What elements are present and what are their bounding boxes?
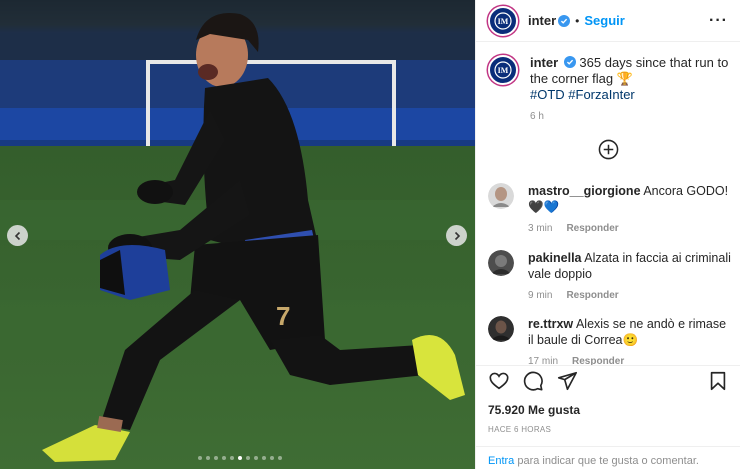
carousel-dot (238, 456, 242, 460)
more-options-icon[interactable]: ··· (709, 12, 728, 30)
reply-button[interactable]: Responder (566, 221, 618, 237)
carousel-dot (270, 456, 274, 460)
likes-count[interactable]: 75.920 Me gusta (488, 403, 580, 417)
caption-text: 365 days since that run to the corner fl… (530, 55, 729, 86)
comment-time: 9 min (528, 290, 553, 301)
post-media: 7 (0, 0, 475, 469)
follow-button[interactable]: Seguir (584, 13, 624, 28)
comment-icon[interactable] (522, 370, 544, 392)
post-side-panel: IM inter • Seguir ··· IM inter 365 days … (475, 0, 740, 469)
carousel-next-button[interactable] (446, 225, 467, 246)
carousel-indicator (198, 456, 282, 460)
carousel-dot (222, 456, 226, 460)
post-photo: 7 (0, 0, 475, 469)
caption-hashtags[interactable]: #OTD #ForzaInter (530, 87, 635, 102)
author-username[interactable]: inter (528, 13, 556, 28)
comment-item: mastro__giorgione Ancora GODO! 🖤💙 3 min … (488, 183, 733, 237)
inter-logo-icon: IM (494, 61, 512, 79)
bookmark-icon[interactable] (707, 370, 729, 392)
separator-dot: • (575, 13, 580, 28)
comment-username[interactable]: mastro__giorgione (528, 184, 641, 198)
login-prompt: Entra para indicar que te gusta o coment… (476, 446, 740, 469)
verified-badge-icon (558, 14, 571, 27)
svg-text:IM: IM (498, 66, 509, 75)
svg-text:IM: IM (498, 17, 509, 26)
carousel-prev-button[interactable] (7, 225, 28, 246)
commenter-avatar[interactable] (488, 250, 514, 276)
commenter-avatar[interactable] (488, 316, 514, 342)
post-header: IM inter • Seguir ··· (476, 0, 740, 42)
carousel-dot (214, 456, 218, 460)
carousel-dot (278, 456, 282, 460)
caption-time: 6 h (530, 111, 544, 122)
login-link[interactable]: Entra (488, 455, 514, 467)
comments-area: IM inter 365 days since that run to the … (476, 43, 740, 365)
comment-time: 3 min (528, 223, 553, 234)
carousel-dot (246, 456, 250, 460)
comment-time: 17 min (528, 356, 559, 365)
heart-icon[interactable] (488, 370, 510, 392)
carousel-dot (262, 456, 266, 460)
carousel-dot (254, 456, 258, 460)
post-dialog: 7 IM inter • Seguir ··· IM inter 365 day… (0, 0, 740, 469)
post-caption: IM inter 365 days since that run to the … (488, 55, 729, 125)
comment-item: re.ttrxw Alexis se ne andò e rimase il b… (488, 316, 733, 365)
comment-item: pakinella Alzata in faccia ai criminali … (488, 250, 733, 304)
caption-username[interactable]: inter (530, 55, 558, 70)
verified-badge-icon (563, 56, 576, 68)
comment-username[interactable]: pakinella (528, 251, 582, 265)
svg-text:7: 7 (276, 301, 290, 331)
carousel-dot (230, 456, 234, 460)
load-more-comments-icon[interactable] (598, 139, 619, 160)
commenter-avatar[interactable] (488, 183, 514, 209)
login-prompt-text: para indicar que te gusta o comentar. (514, 455, 699, 467)
carousel-dot (206, 456, 210, 460)
author-avatar[interactable]: IM (488, 5, 518, 36)
reply-button[interactable]: Responder (566, 288, 618, 304)
inter-logo-icon: IM (494, 11, 512, 30)
post-timestamp: HACE 6 HORAS (488, 425, 552, 434)
caption-avatar[interactable]: IM (488, 55, 518, 85)
carousel-dot (198, 456, 202, 460)
share-icon[interactable] (556, 370, 578, 392)
comment-username[interactable]: re.ttrxw (528, 317, 573, 331)
chevron-left-icon (14, 231, 20, 240)
chevron-right-icon (454, 231, 460, 240)
reply-button[interactable]: Responder (572, 354, 624, 365)
post-actions (476, 365, 740, 395)
